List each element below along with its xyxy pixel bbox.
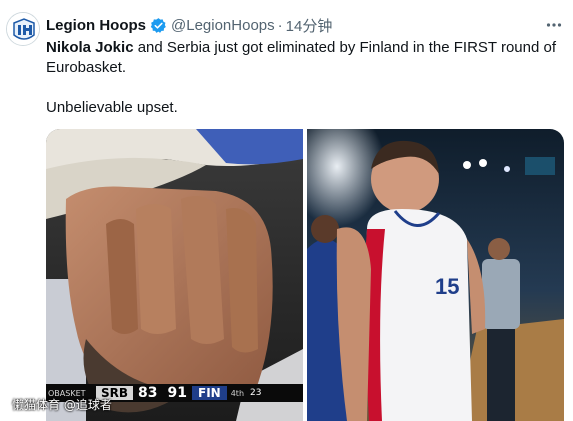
scoreboard-score-fin: 91 bbox=[167, 385, 187, 401]
photo-fan-crying[interactable]: OBASKET SRB 83 91 FIN 4th 23 bbox=[46, 129, 303, 421]
watermark: 懒猫体育 @追球者 bbox=[12, 398, 112, 412]
tweet-header: Legion Hoops @LegionHoops · 14分钟 bbox=[46, 14, 563, 36]
tweet-timestamp[interactable]: 14分钟 bbox=[286, 15, 333, 36]
scoreboard-team-fin: FIN bbox=[192, 386, 227, 400]
tweet-text: Nikola Jokic and Serbia just got elimina… bbox=[46, 38, 566, 118]
separator-dot: · bbox=[277, 16, 283, 34]
fan-photo-image bbox=[46, 129, 303, 421]
player-name: Nikola Jokic bbox=[46, 39, 134, 56]
jokic-photo-image: 15 bbox=[307, 129, 564, 421]
legion-hoops-logo bbox=[7, 13, 39, 45]
author-avatar[interactable] bbox=[6, 12, 40, 46]
tweet-line-2: Unbelievable upset. bbox=[46, 99, 178, 116]
more-options-button[interactable] bbox=[543, 14, 565, 36]
tweet-media[interactable]: OBASKET SRB 83 91 FIN 4th 23 15 bbox=[46, 129, 564, 421]
scoreboard-score-srb: 83 bbox=[138, 385, 158, 401]
jersey-number: 15 bbox=[435, 274, 459, 299]
verified-badge-icon bbox=[150, 17, 166, 33]
scoreboard-quarter: 4th bbox=[230, 388, 245, 398]
author-handle[interactable]: @LegionHoops bbox=[171, 17, 275, 34]
photo-jokic-court[interactable]: 15 bbox=[307, 129, 564, 421]
tweet-line-1: Nikola Jokic and Serbia just got elimina… bbox=[46, 38, 566, 78]
more-horizontal-icon bbox=[546, 23, 562, 27]
author-name[interactable]: Legion Hoops bbox=[46, 17, 146, 34]
scoreboard-clock: 23 bbox=[250, 388, 262, 398]
